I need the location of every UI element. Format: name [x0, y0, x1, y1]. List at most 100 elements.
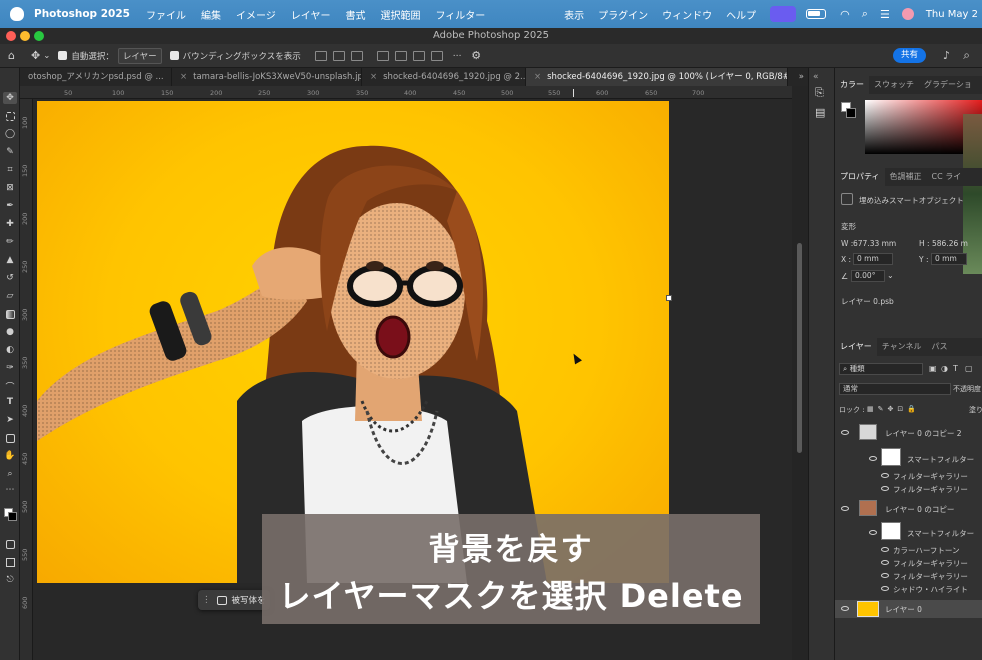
- align-middle-icon[interactable]: [394, 50, 407, 61]
- layer-row-filter[interactable]: フィルターギャラリー: [835, 556, 982, 569]
- align-bottom-icon[interactable]: [412, 50, 425, 61]
- select-subject-button[interactable]: 被写体を: [232, 594, 266, 606]
- clone-stamp-tool-icon[interactable]: ▲: [3, 254, 17, 266]
- menu-select[interactable]: 選択範囲: [380, 7, 420, 22]
- visibility-eye-icon[interactable]: [841, 506, 849, 511]
- x-field[interactable]: 0 mm: [853, 253, 893, 265]
- tab-channels[interactable]: チャンネル: [877, 338, 927, 356]
- blur-tool-icon[interactable]: ●: [3, 326, 17, 338]
- healing-brush-tool-icon[interactable]: ✚: [3, 218, 17, 230]
- zoom-tool-icon[interactable]: ⌕: [3, 468, 17, 480]
- filter-shape-icon[interactable]: ▢: [965, 364, 973, 373]
- more-options-icon[interactable]: ⋯: [453, 51, 462, 61]
- layer-row-base-selected[interactable]: レイヤー 0: [835, 600, 982, 618]
- menu-image[interactable]: イメージ: [236, 7, 276, 22]
- more-tools-icon[interactable]: ⋯: [3, 484, 17, 496]
- menu-layer[interactable]: レイヤー: [291, 7, 331, 22]
- siri-icon[interactable]: [901, 8, 914, 20]
- angle-field[interactable]: 0.00°: [851, 270, 885, 282]
- background-color-swatch[interactable]: [8, 512, 17, 521]
- menu-edit[interactable]: 編集: [201, 7, 221, 22]
- menu-app-name[interactable]: Photoshop 2025: [34, 8, 130, 20]
- visibility-eye-icon[interactable]: [881, 573, 889, 578]
- transform-handle[interactable]: [666, 295, 672, 301]
- lock-options-icons[interactable]: ▦✎✥⊡🔒: [867, 405, 920, 413]
- history-panel-icon[interactable]: ⎘: [815, 86, 824, 100]
- select-subject-icon[interactable]: [216, 595, 227, 605]
- tab-document-2[interactable]: × tamara-bellis-JoKS3XweV50-unsplash.jpg: [172, 68, 362, 86]
- layer-row-smart-filter-2[interactable]: スマートフィルター: [835, 522, 982, 540]
- tab-adjustments[interactable]: 色調補正: [885, 168, 927, 186]
- visibility-eye-icon[interactable]: [881, 560, 889, 565]
- filter-pixel-icon[interactable]: ▣: [929, 364, 937, 373]
- filter-adjustment-icon[interactable]: ◑: [941, 364, 948, 373]
- tab-color[interactable]: カラー: [835, 76, 869, 94]
- visibility-eye-icon[interactable]: [869, 456, 877, 461]
- lasso-tool-icon[interactable]: ◯: [3, 128, 17, 140]
- layer-row-filter[interactable]: シャドウ・ハイライト: [835, 582, 982, 595]
- object-select-tool-icon[interactable]: ✎: [3, 146, 17, 158]
- layer-row-filter[interactable]: カラーハーフトーン: [835, 543, 982, 556]
- y-field[interactable]: 0 mm: [931, 253, 967, 265]
- auto-select-checkbox[interactable]: [58, 51, 68, 60]
- align-top-icon[interactable]: [376, 50, 389, 61]
- dodge-tool-icon[interactable]: ◐: [3, 344, 17, 356]
- auto-select-dropdown[interactable]: レイヤー: [117, 47, 162, 64]
- layer-filter-kind[interactable]: ⌕ 種類: [839, 363, 923, 375]
- rectangle-tool-icon[interactable]: [3, 432, 17, 444]
- type-tool-icon[interactable]: T: [3, 396, 17, 408]
- bounding-box-checkbox[interactable]: [169, 51, 179, 60]
- layer-row-filter[interactable]: フィルターギャラリー: [835, 569, 982, 582]
- pen-tool-icon[interactable]: ✑: [3, 362, 17, 374]
- close-icon[interactable]: ×: [180, 72, 187, 82]
- tab-swatches[interactable]: スウォッチ: [869, 76, 919, 94]
- path-select-tool-icon[interactable]: ➤: [3, 414, 17, 426]
- gear-icon[interactable]: ⚙: [471, 49, 481, 62]
- layer-row-filter[interactable]: フィルターギャラリー: [835, 469, 982, 482]
- smart-filter-mask-thumbnail[interactable]: [881, 522, 901, 540]
- quick-mask-icon[interactable]: [3, 538, 17, 550]
- align-right-icon[interactable]: [350, 50, 363, 61]
- visibility-eye-icon[interactable]: [881, 586, 889, 591]
- collapse-panels-icon[interactable]: «: [813, 72, 819, 82]
- tab-paths[interactable]: パス: [927, 338, 953, 356]
- curvature-pen-icon[interactable]: ⌒: [3, 380, 17, 393]
- tab-gradients[interactable]: グラデーショ: [919, 76, 977, 94]
- hand-tool-icon[interactable]: ✋: [3, 450, 17, 462]
- tab-document-1[interactable]: otoshop_アメリカンpsd.psd @ ...: [20, 68, 172, 86]
- comments-panel-icon[interactable]: ▤: [815, 106, 825, 119]
- eyedropper-tool-icon[interactable]: ✒: [3, 200, 17, 212]
- drag-handle-icon[interactable]: ⋮: [202, 595, 211, 605]
- frame-tool-icon[interactable]: ⊠: [3, 182, 17, 194]
- vertical-scrollbar[interactable]: [797, 243, 802, 453]
- share-button[interactable]: 共有: [892, 48, 926, 63]
- tab-cc-libraries[interactable]: CC ライ: [927, 168, 967, 186]
- close-icon[interactable]: ×: [370, 72, 377, 82]
- apple-icon[interactable]: [10, 7, 24, 21]
- document-image[interactable]: [37, 101, 669, 583]
- align-left-icon[interactable]: [314, 50, 327, 61]
- filter-type-icon[interactable]: T: [953, 364, 958, 373]
- width-value[interactable]: 677.33 mm: [853, 239, 896, 248]
- close-icon[interactable]: ×: [534, 72, 541, 82]
- wifi-icon[interactable]: ◠: [840, 8, 850, 21]
- control-center-icon[interactable]: ☰: [880, 8, 890, 21]
- zoom-window-icon[interactable]: [34, 31, 44, 41]
- marquee-tool-icon[interactable]: [3, 110, 17, 122]
- screen-mode-icon[interactable]: [3, 556, 17, 568]
- height-value[interactable]: 586.26 m: [932, 239, 968, 248]
- menu-clock[interactable]: Thu May 2: [926, 9, 978, 20]
- layer-row-smart-filter-1[interactable]: スマートフィルター: [835, 448, 982, 466]
- menu-type[interactable]: 書式: [345, 7, 365, 22]
- notification-bell-icon[interactable]: ♪: [943, 49, 950, 62]
- close-window-icon[interactable]: [6, 31, 16, 41]
- smart-filter-mask-thumbnail[interactable]: [881, 448, 901, 466]
- visibility-eye-icon[interactable]: [869, 530, 877, 535]
- tab-layers[interactable]: レイヤー: [835, 338, 877, 356]
- share-export-icon[interactable]: ⎋: [3, 574, 17, 586]
- panel-background-swatch[interactable]: [846, 108, 856, 118]
- align-center-icon[interactable]: [332, 50, 345, 61]
- contextual-task-bar[interactable]: ⋮ 被写体を: [198, 590, 270, 610]
- eraser-tool-icon[interactable]: ▱: [3, 290, 17, 302]
- visibility-eye-icon[interactable]: [841, 606, 849, 611]
